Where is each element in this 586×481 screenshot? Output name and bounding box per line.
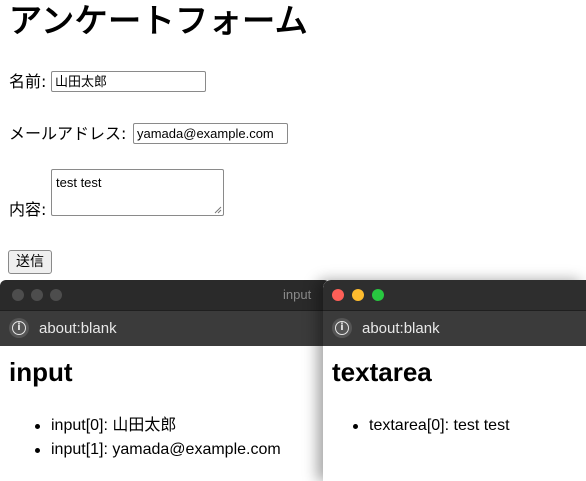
submit-button[interactable]: 送信 — [8, 250, 52, 274]
zoom-button[interactable] — [50, 289, 62, 301]
name-label: 名前: — [9, 72, 47, 91]
email-input[interactable]: yamada@example.com — [133, 123, 288, 144]
info-icon[interactable]: i — [332, 318, 352, 338]
list-item: input[1]: yamada@example.com — [32, 438, 281, 462]
url-text: about:blank — [362, 320, 440, 337]
url-text: about:blank — [39, 320, 117, 337]
info-icon[interactable]: i — [9, 318, 29, 338]
content-heading: input — [9, 357, 73, 387]
textarea-popup-window: i about:blank textarea textarea[0]: test… — [323, 280, 586, 481]
window-content: textarea textarea[0]: test test — [323, 346, 586, 481]
close-button[interactable] — [12, 289, 24, 301]
minimize-button[interactable] — [352, 289, 364, 301]
window-content: input input[0]: 山田太郎 input[1]: yamada@ex… — [0, 346, 330, 481]
window-title: input — [283, 287, 312, 302]
minimize-button[interactable] — [31, 289, 43, 301]
input-popup-window: input i about:blank input input[0]: 山田太郎… — [0, 280, 330, 481]
list-item: input[0]: 山田太郎 — [32, 414, 281, 438]
close-button[interactable] — [332, 289, 344, 301]
window-titlebar[interactable] — [323, 280, 586, 310]
result-list: textarea[0]: test test — [350, 414, 510, 438]
address-bar[interactable]: i about:blank — [323, 310, 586, 347]
content-textarea[interactable]: test test — [51, 169, 224, 216]
result-list: input[0]: 山田太郎 input[1]: yamada@example.… — [32, 414, 281, 462]
email-label: メールアドレス: — [9, 124, 127, 143]
zoom-button[interactable] — [372, 289, 384, 301]
content-label: 内容: — [9, 200, 47, 219]
window-titlebar[interactable]: input — [0, 280, 330, 310]
list-item: textarea[0]: test test — [350, 414, 510, 438]
content-text: test test — [56, 175, 102, 190]
resize-grip-icon[interactable] — [214, 206, 222, 214]
name-input[interactable]: 山田太郎 — [51, 71, 206, 92]
address-bar[interactable]: i about:blank — [0, 310, 330, 347]
content-heading: textarea — [332, 357, 432, 387]
page-title: アンケートフォーム — [9, 1, 309, 40]
